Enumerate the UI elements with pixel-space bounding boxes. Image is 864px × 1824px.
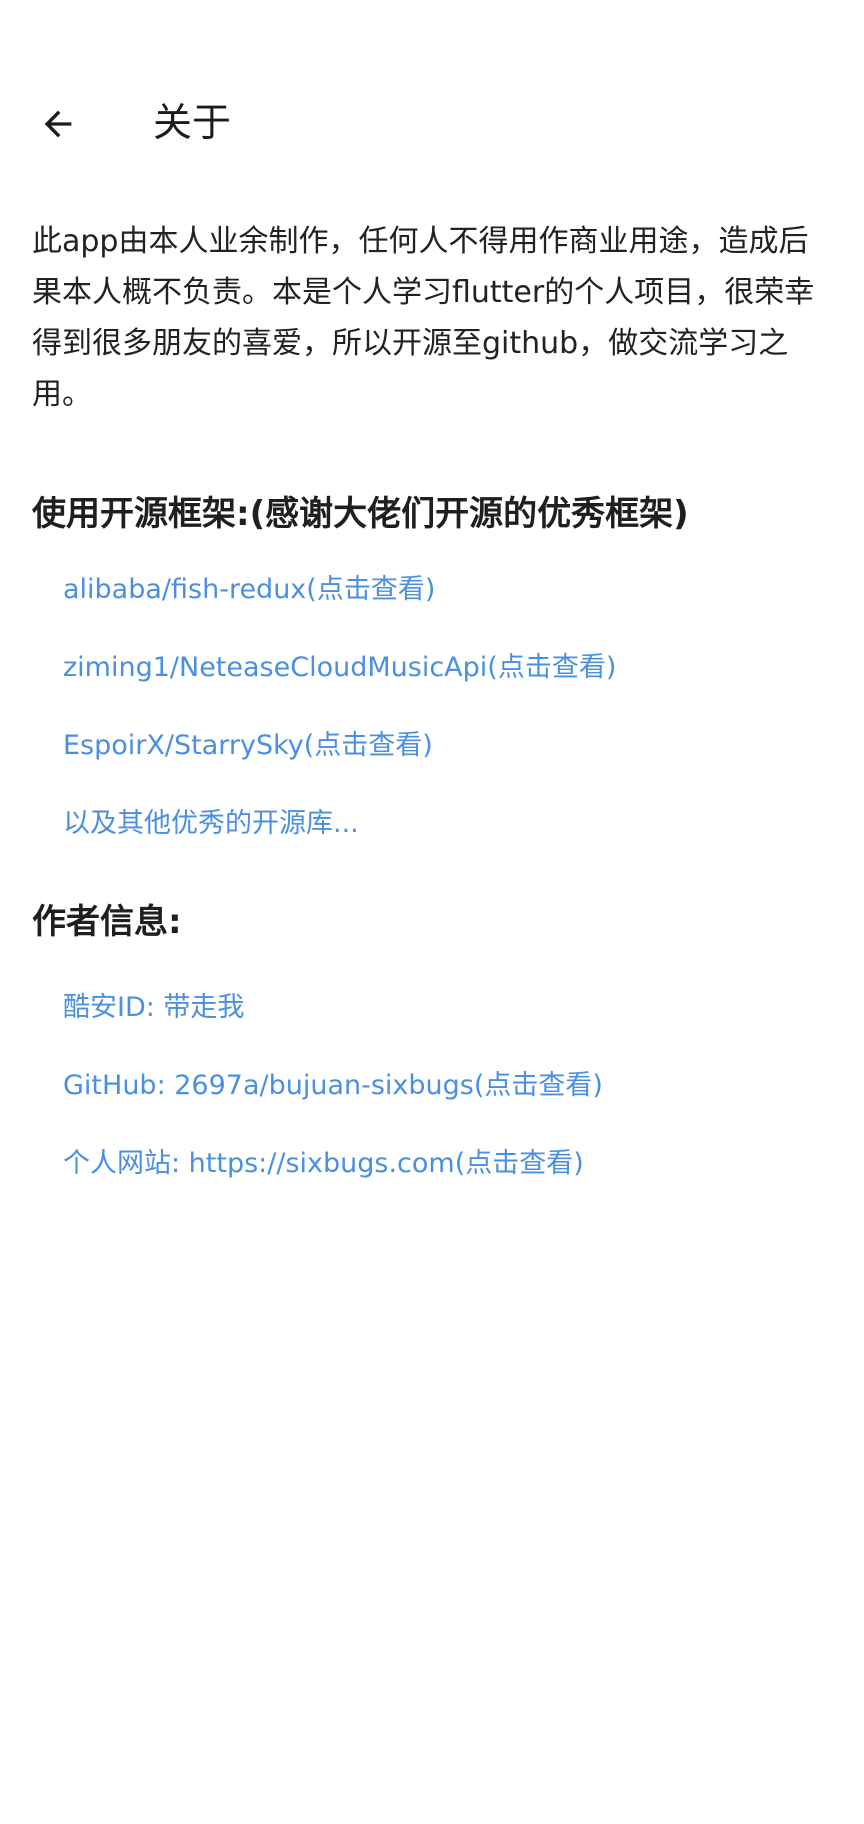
framework-link-fish-redux[interactable]: alibaba/fish-redux(点击查看)	[32, 570, 832, 610]
frameworks-section-title: 使用开源框架:(感谢大佬们开源的优秀框架)	[32, 494, 689, 534]
about-content: 此app由本人业余制作，任何人不得用作商业用途，造成后果本人概不负责。本是个人学…	[32, 216, 832, 1222]
author-coolapk-id[interactable]: 酷安ID: 带走我	[32, 988, 832, 1028]
arrow-left-icon	[44, 110, 72, 138]
back-button[interactable]	[24, 92, 92, 156]
author-github-link[interactable]: GitHub: 2697a/bujuan-sixbugs(点击查看)	[32, 1066, 832, 1106]
page-title: 关于	[153, 101, 232, 146]
author-section-title: 作者信息:	[32, 902, 182, 942]
intro-text: 此app由本人业余制作，任何人不得用作商业用途，造成后果本人概不负责。本是个人学…	[32, 224, 815, 412]
framework-link-netease-cloud-music-api[interactable]: ziming1/NeteaseCloudMusicApi(点击查看)	[32, 648, 832, 688]
app-bar: 关于	[0, 72, 864, 176]
author-info-list: 酷安ID: 带走我 GitHub: 2697a/bujuan-sixbugs(点…	[32, 988, 832, 1184]
author-website-link[interactable]: 个人网站: https://sixbugs.com(点击查看)	[32, 1144, 832, 1184]
framework-link-starry-sky[interactable]: EspoirX/StarrySky(点击查看)	[32, 726, 832, 766]
frameworks-list: alibaba/fish-redux(点击查看) ziming1/Netease…	[32, 570, 832, 844]
framework-link-others[interactable]: 以及其他优秀的开源库...	[32, 804, 832, 844]
